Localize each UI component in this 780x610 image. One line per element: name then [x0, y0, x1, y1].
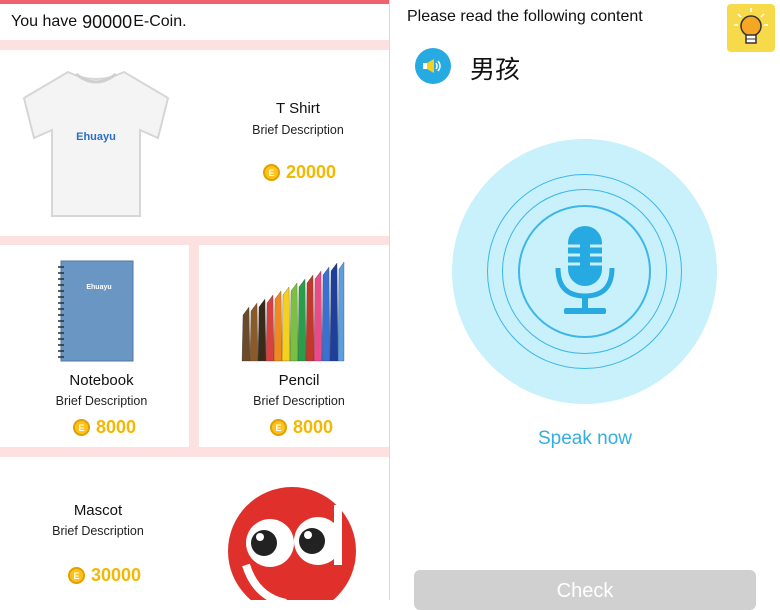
- instruction-text: Please read the following content: [407, 8, 643, 25]
- item-description: Brief Description: [253, 394, 345, 408]
- item-description: Brief Description: [55, 394, 148, 408]
- coin-balance-header: You have 90000 E-Coin.: [0, 4, 389, 40]
- item-price: E 20000: [263, 162, 336, 183]
- play-audio-button[interactable]: [415, 48, 451, 84]
- lightbulb-icon: [734, 8, 768, 44]
- notebook-logo-text: Ehuayu: [86, 284, 111, 291]
- tshirt-logo-text: Ehuayu: [76, 131, 116, 143]
- store-panel: You have 90000 E-Coin. Ehuayu T Shirt Br…: [0, 0, 389, 600]
- microphone-icon: [555, 226, 615, 314]
- item-price: E 8000: [73, 417, 136, 438]
- mascot-image: [226, 485, 358, 600]
- separator: [0, 40, 389, 50]
- hint-button[interactable]: [727, 4, 775, 52]
- target-word: 男孩: [470, 55, 521, 84]
- separator: [0, 236, 389, 245]
- item-price: E 8000: [270, 417, 333, 438]
- panel-divider: [389, 0, 390, 600]
- tshirt-image: Ehuayu: [18, 64, 174, 224]
- item-price-value: 20000: [286, 162, 337, 182]
- item-price-value: 30000: [91, 565, 142, 585]
- record-button[interactable]: [452, 139, 717, 404]
- coin-icon: E: [73, 419, 90, 436]
- item-price: E 30000: [68, 565, 141, 586]
- store-item-notebook[interactable]: Ehuayu Notebook Brief Description E 8000: [0, 245, 189, 447]
- check-button[interactable]: Check: [414, 570, 756, 610]
- store-item-tshirt[interactable]: Ehuayu T Shirt Brief Description E 20000: [0, 50, 389, 236]
- item-price-value: 8000: [96, 417, 137, 437]
- item-description: Brief Description: [252, 123, 344, 137]
- coin-icon: E: [68, 567, 85, 584]
- coin-icon: E: [263, 164, 280, 181]
- store-item-pencil[interactable]: Pencil Brief Description E 8000: [199, 245, 389, 447]
- separator: [0, 447, 389, 457]
- coin-icon: E: [270, 419, 287, 436]
- item-name: T Shirt: [276, 100, 320, 117]
- speaker-icon: [423, 59, 441, 73]
- notebook-image: Ehuayu: [55, 259, 135, 363]
- pencils-image: [241, 261, 345, 363]
- item-description: Brief Description: [52, 524, 144, 538]
- separator: [189, 245, 199, 447]
- item-name: Notebook: [69, 372, 134, 389]
- balance-amount: 90000: [82, 11, 133, 32]
- balance-prefix: You have: [11, 13, 78, 30]
- balance-suffix: E-Coin.: [133, 13, 187, 30]
- item-name: Mascot: [73, 502, 123, 519]
- item-name: Pencil: [278, 372, 320, 389]
- store-item-mascot[interactable]: Mascot Brief Description E 30000: [0, 457, 389, 600]
- item-price-value: 8000: [293, 417, 334, 437]
- speak-now-label: Speak now: [537, 428, 632, 449]
